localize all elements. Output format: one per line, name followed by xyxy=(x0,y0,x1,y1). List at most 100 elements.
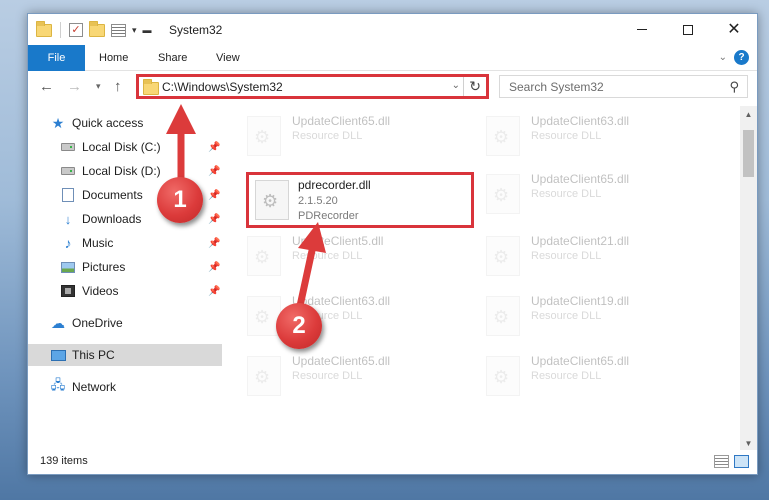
sidebar-item-quick-access[interactable]: ★ Quick access xyxy=(28,112,222,134)
minimize-button[interactable] xyxy=(619,14,665,45)
vertical-scrollbar[interactable]: ▲ ▼ xyxy=(740,106,757,452)
sidebar-item-label: Videos xyxy=(82,284,119,298)
drive-icon xyxy=(60,140,76,154)
sidebar-item-label: Pictures xyxy=(82,260,126,274)
sidebar-item-label: Quick access xyxy=(72,116,144,130)
large-icons-view-icon[interactable] xyxy=(734,455,749,468)
address-path[interactable]: C:\Windows\System32 xyxy=(162,80,283,94)
step-2-badge: 2 xyxy=(276,303,322,349)
maximize-icon xyxy=(683,24,693,35)
pictures-icon xyxy=(60,260,76,274)
dll-file-icon xyxy=(486,116,520,156)
file-item[interactable]: UpdateClient21.dll Resource DLL xyxy=(486,234,706,278)
file-type: Resource DLL xyxy=(292,250,363,262)
search-icon[interactable]: ⚲ xyxy=(729,79,739,95)
refresh-icon[interactable]: ↻ xyxy=(469,78,481,95)
file-item[interactable]: UpdateClient65.dll Resource DLL xyxy=(486,172,706,216)
file-item[interactable]: UpdateClient65.dll Resource DLL xyxy=(486,354,706,398)
pin-icon[interactable]: 📌 xyxy=(208,214,220,225)
dll-file-icon xyxy=(486,296,520,336)
file-name: UpdateClient63.dll xyxy=(531,114,630,128)
sidebar-item-local-disk-c[interactable]: Local Disk (C:) 📌 xyxy=(28,136,222,158)
new-folder-icon[interactable] xyxy=(89,20,105,37)
file-item-pdrecorder[interactable]: pdrecorder.dll 2.1.5.20 PDRecorder xyxy=(246,172,474,228)
list-properties-icon[interactable] xyxy=(111,23,126,37)
file-item[interactable]: UpdateClient19.dll Resource DLL xyxy=(486,294,706,338)
file-type: Resource DLL xyxy=(531,188,602,200)
search-placeholder: Search System32 xyxy=(509,80,604,94)
chevron-down-icon[interactable]: ▾ xyxy=(132,25,137,36)
maximize-button[interactable] xyxy=(665,14,711,45)
navigation-pane: ★ Quick access Local Disk (C:) 📌 Local D… xyxy=(28,106,223,452)
dll-file-icon xyxy=(247,116,281,156)
pin-icon[interactable]: 📌 xyxy=(208,190,220,201)
sidebar-item-label: Music xyxy=(82,236,114,250)
tab-home[interactable]: Home xyxy=(99,45,128,71)
quick-access-toolbar: ✓ ▾ ▬ xyxy=(36,20,152,38)
music-icon: ♪ xyxy=(64,235,72,251)
file-list: UpdateClient65.dll Resource DLL UpdateCl… xyxy=(223,106,741,452)
file-version: 2.1.5.20 xyxy=(298,195,338,207)
customize-toolbar-icon[interactable]: ▬ xyxy=(143,25,152,35)
help-icon[interactable]: ? xyxy=(734,50,749,65)
folder-icon xyxy=(36,20,52,37)
window-title: System32 xyxy=(169,23,223,37)
dll-file-icon xyxy=(247,356,281,396)
file-item[interactable]: UpdateClient63.dll Resource DLL xyxy=(486,114,706,158)
expand-ribbon-icon[interactable]: ⌄ xyxy=(719,52,727,63)
tab-file[interactable]: File xyxy=(28,45,85,71)
item-count: 139 items xyxy=(40,455,88,467)
file-type: Resource DLL xyxy=(531,250,602,262)
pin-icon[interactable]: 📌 xyxy=(208,262,220,273)
address-separator xyxy=(463,77,464,96)
recent-locations-icon[interactable]: ▾ xyxy=(96,81,101,92)
computer-icon xyxy=(50,348,66,362)
properties-check-icon[interactable]: ✓ xyxy=(69,23,83,37)
tab-share[interactable]: Share xyxy=(158,45,187,71)
forward-arrow-icon[interactable]: → xyxy=(67,78,82,95)
close-icon: ✕ xyxy=(727,20,741,38)
file-item[interactable]: UpdateClient5.dll Resource DLL xyxy=(247,234,467,278)
downloads-icon: ↓ xyxy=(64,211,72,227)
ribbon-tabs: File Home Share View ⌄ ? xyxy=(28,45,757,71)
file-name: UpdateClient65.dll xyxy=(531,172,630,186)
details-view-icon[interactable] xyxy=(714,455,729,468)
back-arrow-icon[interactable]: ← xyxy=(39,78,54,95)
documents-icon xyxy=(60,188,76,202)
scroll-thumb[interactable] xyxy=(743,130,754,177)
file-type: Resource DLL xyxy=(531,130,602,142)
pin-icon[interactable]: 📌 xyxy=(208,142,220,153)
search-input[interactable]: Search System32 ⚲ xyxy=(499,75,748,98)
file-explorer-window: ✓ ▾ ▬ System32 ✕ File Home Share View ⌄ … xyxy=(27,13,758,475)
file-type: Resource DLL xyxy=(531,310,602,322)
pin-icon[interactable]: 📌 xyxy=(208,166,220,177)
address-bar[interactable]: C:\Windows\System32 ⌄ ↻ xyxy=(136,74,489,99)
star-icon: ★ xyxy=(51,114,65,131)
tab-view[interactable]: View xyxy=(216,45,240,71)
sidebar-item-music[interactable]: ♪ Music 📌 xyxy=(28,232,222,254)
pin-icon[interactable]: 📌 xyxy=(208,238,220,249)
title-bar: ✓ ▾ ▬ System32 ✕ xyxy=(28,14,757,45)
sidebar-item-this-pc[interactable]: This PC xyxy=(28,344,222,366)
folder-icon xyxy=(143,79,159,95)
sidebar-item-videos[interactable]: Videos 📌 xyxy=(28,280,222,302)
close-button[interactable]: ✕ xyxy=(711,14,757,45)
chevron-down-icon[interactable]: ⌄ xyxy=(452,80,460,91)
scroll-up-icon[interactable]: ▲ xyxy=(740,106,757,123)
step-1-badge: 1 xyxy=(157,177,203,223)
file-name: UpdateClient65.dll xyxy=(531,354,630,368)
sidebar-item-network[interactable]: 🖧 Network xyxy=(28,376,222,398)
network-icon: 🖧 xyxy=(50,377,66,392)
sidebar-item-onedrive[interactable]: ☁ OneDrive xyxy=(28,312,222,334)
file-item[interactable]: UpdateClient65.dll Resource DLL xyxy=(247,354,467,398)
sidebar-item-pictures[interactable]: Pictures 📌 xyxy=(28,256,222,278)
dll-file-icon xyxy=(247,236,281,276)
file-item[interactable]: UpdateClient65.dll Resource DLL xyxy=(247,114,467,158)
sidebar-item-label: Local Disk (D:) xyxy=(82,164,161,178)
sidebar-item-local-disk-d[interactable]: Local Disk (D:) 📌 xyxy=(28,160,222,182)
pin-icon[interactable]: 📌 xyxy=(208,286,220,297)
videos-icon xyxy=(60,284,76,298)
file-name: UpdateClient65.dll xyxy=(292,114,391,128)
up-arrow-icon[interactable]: ↑ xyxy=(114,78,122,95)
drive-icon xyxy=(60,164,76,178)
